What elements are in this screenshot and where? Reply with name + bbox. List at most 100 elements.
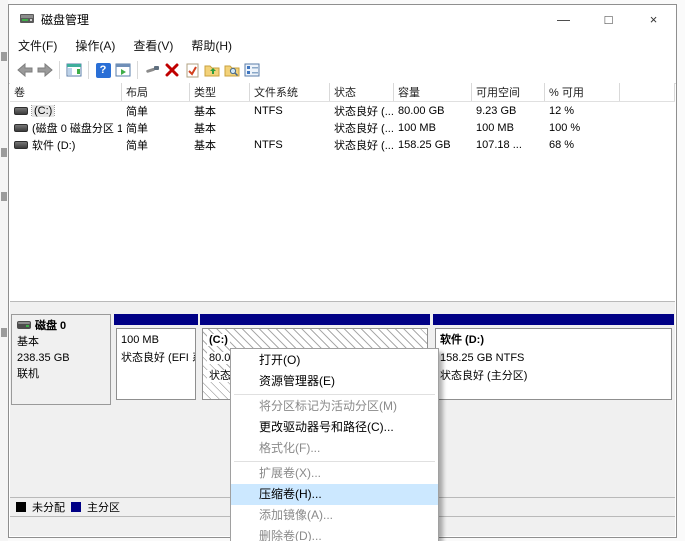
tool-icon[interactable] xyxy=(142,61,162,79)
volume-status: 状态良好 (... xyxy=(334,105,394,118)
volume-capacity: 158.25 GB xyxy=(398,138,451,151)
volume-type: 基本 xyxy=(194,105,216,118)
background-window-sliver xyxy=(0,0,8,541)
menu-item-change-drive-letter[interactable]: 更改驱动器号和路径(C)... xyxy=(231,417,438,438)
legend-primary-swatch xyxy=(71,502,81,512)
volume-layout: 简单 xyxy=(126,122,148,135)
partition-size: 80.0 xyxy=(207,352,233,364)
menu-file[interactable]: 文件(F) xyxy=(9,34,66,57)
action-pane-icon[interactable] xyxy=(113,61,133,79)
volume-list-pane: 卷 布局 类型 文件系统 状态 容量 可用空间 % 可用 (C:) 简单 基本 … xyxy=(10,83,675,301)
window-controls: — □ × xyxy=(541,5,676,33)
volume-type: 基本 xyxy=(194,122,216,135)
window-title: 磁盘管理 xyxy=(41,12,90,27)
column-header-capacity[interactable]: 容量 xyxy=(394,83,472,101)
disk-status: 联机 xyxy=(17,368,39,380)
background-glyph-fragment xyxy=(1,52,7,61)
column-header-status[interactable]: 状态 xyxy=(330,83,394,101)
partition-color-band xyxy=(433,314,674,325)
volume-status: 状态良好 (... xyxy=(334,139,394,152)
background-glyph-fragment xyxy=(1,148,7,157)
volume-icon xyxy=(14,106,28,115)
partition-name: 软件 (D:) xyxy=(440,334,484,346)
volume-name: (C:) xyxy=(30,104,56,117)
disk-0-info-box[interactable]: 磁盘 0 基本 238.35 GB 联机 xyxy=(11,314,111,405)
menu-view[interactable]: 查看(V) xyxy=(124,34,182,57)
menu-item-format: 格式化(F)... xyxy=(259,441,321,455)
menu-item-extend-volume: 扩展卷(X)... xyxy=(259,466,321,480)
volume-row-efi[interactable]: (磁盘 0 磁盘分区 1) 简单 基本 状态良好 (... 100 MB 100… xyxy=(10,119,675,136)
forward-icon[interactable] xyxy=(35,61,55,79)
menu-item-open[interactable]: 打开(O) xyxy=(231,350,438,371)
disk-size: 238.35 GB xyxy=(17,352,70,364)
partition-status: 状态良好 (主分区) xyxy=(440,370,528,382)
console-tree-icon[interactable] xyxy=(64,61,84,79)
legend-unallocated-swatch xyxy=(16,502,26,512)
volume-free: 100 MB xyxy=(476,121,514,134)
partition-size: 158.25 GB NTFS xyxy=(440,352,525,364)
menu-item-shrink-volume[interactable]: 压缩卷(H)... xyxy=(231,484,438,505)
column-header-volume[interactable]: 卷 xyxy=(10,83,122,101)
minimize-button[interactable]: — xyxy=(541,5,586,33)
volume-table-header: 卷 布局 类型 文件系统 状态 容量 可用空间 % 可用 xyxy=(10,83,675,102)
column-header-pct-free[interactable]: % 可用 xyxy=(545,83,620,101)
menu-help[interactable]: 帮助(H) xyxy=(182,34,241,57)
volume-layout: 简单 xyxy=(126,139,148,152)
menu-item-mark-active: 将分区标记为活动分区(M) xyxy=(259,399,397,413)
disk-kind: 基本 xyxy=(17,336,39,348)
partition-status: 状态良好 (EFI 系 xyxy=(121,352,196,364)
toolbar-separator xyxy=(88,61,89,79)
legend-unallocated-label: 未分配 xyxy=(32,502,65,514)
disk-name: 磁盘 0 xyxy=(35,320,67,332)
partition-color-band xyxy=(114,314,198,325)
volume-filesystem: NTFS xyxy=(254,104,283,117)
column-header-filesystem[interactable]: 文件系统 xyxy=(250,83,330,101)
volume-row-d[interactable]: 软件 (D:) 简单 基本 NTFS 状态良好 (... 158.25 GB 1… xyxy=(10,136,675,153)
background-glyph-fragment xyxy=(1,328,7,337)
partition-efi[interactable]: 100 MB 状态良好 (EFI 系 xyxy=(114,314,198,405)
help-icon[interactable]: ? xyxy=(93,61,113,79)
volume-pct-free: 12 % xyxy=(549,104,575,117)
column-header-type[interactable]: 类型 xyxy=(190,83,250,101)
volume-free: 9.23 GB xyxy=(476,104,517,117)
volume-icon xyxy=(14,140,28,149)
disk-management-app-icon xyxy=(19,12,35,26)
volume-layout: 简单 xyxy=(126,105,148,118)
volume-pct-free: 100 % xyxy=(549,121,581,134)
check-document-icon[interactable] xyxy=(182,61,202,79)
maximize-button[interactable]: □ xyxy=(586,5,631,33)
screen: 磁盘管理 — □ × 文件(F) 操作(A) 查看(V) 帮助(H) ? 卷 布… xyxy=(0,0,685,541)
menu-item-delete-volume: 删除卷(D)... xyxy=(259,529,322,541)
column-header-layout[interactable]: 布局 xyxy=(122,83,190,101)
menu-item-add-mirror: 添加镜像(A)... xyxy=(259,508,333,522)
menu-action[interactable]: 操作(A) xyxy=(66,34,124,57)
folder-search-icon[interactable] xyxy=(222,61,242,79)
column-header-free[interactable]: 可用空间 xyxy=(472,83,545,101)
volume-filesystem: NTFS xyxy=(254,138,283,151)
menu-separator xyxy=(234,394,435,395)
volume-capacity: 100 MB xyxy=(398,121,436,134)
partition-context-menu: 打开(O) 资源管理器(E) 将分区标记为活动分区(M) 更改驱动器号和路径(C… xyxy=(230,348,439,541)
toolbar-separator xyxy=(137,61,138,79)
back-icon[interactable] xyxy=(15,61,35,79)
volume-capacity: 80.00 GB xyxy=(398,104,445,117)
properties-icon[interactable] xyxy=(242,61,262,79)
menu-separator xyxy=(234,461,435,462)
partition-name: (C:) xyxy=(207,334,230,346)
menu-item-explorer[interactable]: 资源管理器(E) xyxy=(231,371,438,392)
volume-icon xyxy=(14,123,28,132)
close-button[interactable]: × xyxy=(631,5,676,33)
volume-name: (磁盘 0 磁盘分区 1) xyxy=(32,122,122,135)
title-bar: 磁盘管理 — □ × xyxy=(9,5,676,33)
volume-status: 状态良好 (... xyxy=(334,122,394,135)
folder-up-icon[interactable] xyxy=(202,61,222,79)
background-glyph-fragment xyxy=(1,192,7,201)
volume-row-c[interactable]: (C:) 简单 基本 NTFS 状态良好 (... 80.00 GB 9.23 … xyxy=(10,102,675,119)
volume-type: 基本 xyxy=(194,139,216,152)
toolbar: ? xyxy=(9,57,676,84)
partition-d[interactable]: 软件 (D:) 158.25 GB NTFS 状态良好 (主分区) xyxy=(433,314,674,405)
legend-primary-label: 主分区 xyxy=(87,502,120,514)
delete-icon[interactable] xyxy=(162,61,182,79)
volume-pct-free: 68 % xyxy=(549,138,575,151)
partition-size: 100 MB xyxy=(121,334,159,346)
